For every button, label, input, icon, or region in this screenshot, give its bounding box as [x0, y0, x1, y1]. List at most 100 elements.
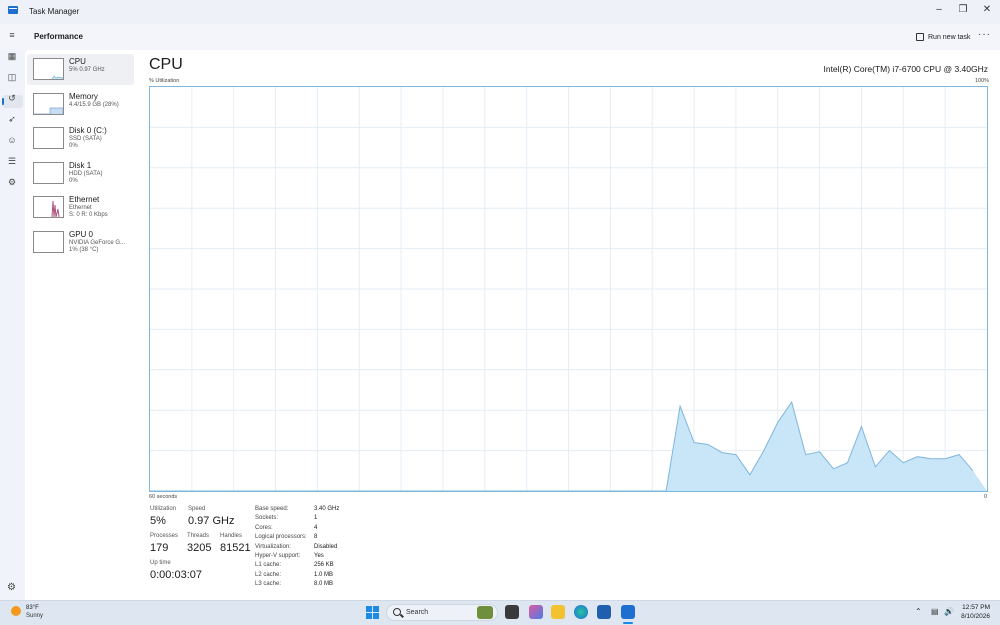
- spec-value: 8: [314, 534, 318, 541]
- minimize-button[interactable]: –: [927, 2, 951, 18]
- spec-label: Sockets:: [255, 515, 279, 522]
- spec-label: Hyper-V support:: [255, 553, 301, 559]
- resource-item-memory[interactable]: Memory 4.4/15.9 GB (28%): [27, 89, 134, 120]
- resource-name: CPU: [69, 57, 86, 66]
- nav-active-indicator: [2, 98, 4, 105]
- resource-detail: 5% 0.97 GHz: [69, 67, 105, 73]
- cpu-utilization-graph: [149, 86, 988, 492]
- store-icon[interactable]: [597, 605, 611, 619]
- speed-label: Speed: [188, 506, 206, 512]
- spec-label: L1 cache:: [255, 562, 282, 569]
- spec-value: Disabled: [314, 543, 338, 550]
- processes-label: Processes: [150, 533, 179, 539]
- title-bar: Task Manager – ❐ ✕: [0, 0, 1000, 24]
- cpu-heading: CPU: [149, 56, 183, 73]
- navigation-rail: [0, 24, 25, 600]
- utilization-value: 5%: [150, 515, 166, 527]
- resource-value: 0%: [69, 178, 78, 184]
- users-icon[interactable]: ☺: [6, 134, 18, 146]
- resource-value: 0%: [69, 143, 78, 149]
- taskbar-search[interactable]: Search: [386, 604, 498, 621]
- more-options-button[interactable]: ···: [978, 29, 991, 40]
- resource-detail: NVIDIA GeForce G...: [69, 240, 126, 246]
- cpu-model-name: Intel(R) Core(TM) i7-6700 CPU @ 3.40GHz: [823, 64, 988, 74]
- spec-value: 256 KB: [314, 562, 334, 569]
- resource-value: S: 0 R: 0 Kbps: [69, 212, 108, 218]
- active-app-indicator: [623, 622, 633, 624]
- menu-icon[interactable]: ≡: [6, 29, 18, 41]
- cpu-graph-svg: [150, 87, 987, 492]
- spec-label: Virtualization:: [255, 543, 291, 550]
- y-axis-max-label: 100%: [975, 78, 990, 84]
- resource-detail: SSD (SATA): [69, 136, 102, 142]
- resource-detail: HDD (SATA): [69, 171, 103, 177]
- x-axis-right-label: 0: [984, 494, 988, 500]
- spec-value: Yes: [314, 553, 324, 559]
- spec-label: Cores:: [255, 524, 273, 531]
- resource-detail: Ethernet: [69, 205, 92, 211]
- copilot-icon[interactable]: [529, 605, 543, 619]
- spec-label: Logical processors:: [255, 534, 307, 541]
- spec-label: Base speed:: [255, 506, 289, 512]
- threads-value: 3205: [187, 542, 212, 554]
- spec-value: 1.0 MB: [314, 571, 334, 578]
- resource-item-gpu-0[interactable]: GPU 0 NVIDIA GeForce G... 1% (38 °C): [27, 227, 134, 258]
- threads-label: Threads: [187, 533, 210, 539]
- resource-item-disk-1[interactable]: Disk 1 HDD (SATA) 0%: [27, 158, 134, 189]
- maximize-button[interactable]: ❐: [951, 2, 975, 18]
- startup-apps-icon[interactable]: ➶: [6, 113, 18, 125]
- command-bar: [0, 24, 1000, 50]
- weather-temperature[interactable]: 83°F: [26, 605, 39, 611]
- task-manager-taskbar-icon[interactable]: [621, 605, 635, 619]
- spec-value: 1: [314, 515, 318, 522]
- resource-item-disk-0-c[interactable]: Disk 0 (C:) SSD (SATA) 0%: [27, 123, 134, 154]
- resource-thumbnail-graph: [33, 231, 64, 253]
- x-axis-left-label: 60 seconds: [149, 494, 178, 500]
- close-button[interactable]: ✕: [975, 2, 999, 18]
- handles-label: Handles: [220, 533, 243, 539]
- task-view-icon[interactable]: [505, 605, 519, 619]
- chevron-up-icon[interactable]: ⌃: [915, 607, 922, 616]
- resource-thumbnail-graph: [33, 93, 64, 115]
- network-icon[interactable]: ▤: [931, 607, 939, 616]
- edge-icon[interactable]: [574, 605, 588, 619]
- window-title: Task Manager: [29, 7, 80, 16]
- resource-name: GPU 0: [69, 230, 94, 239]
- performance-icon[interactable]: ◫: [6, 71, 18, 83]
- search-icon: [393, 608, 401, 616]
- processes-value: 179: [150, 542, 169, 554]
- uptime-value: 0:00:03:07: [150, 569, 202, 581]
- resource-name: Disk 1: [69, 161, 92, 170]
- volume-icon[interactable]: 🔊: [944, 607, 954, 616]
- resource-name: Disk 0 (C:): [69, 126, 107, 135]
- resource-thumbnail-graph: [33, 162, 64, 184]
- app-history-icon[interactable]: ↺: [6, 92, 18, 104]
- task-manager-icon: [8, 6, 18, 14]
- utilization-label: Utilization: [150, 506, 177, 512]
- processes-icon[interactable]: ▦: [6, 50, 18, 62]
- spec-value: 3.40 GHz: [314, 506, 340, 512]
- resource-item-ethernet[interactable]: Ethernet Ethernet S: 0 R: 0 Kbps: [27, 192, 134, 223]
- resource-thumbnail-graph: [33, 58, 64, 80]
- services-icon[interactable]: ⚙: [6, 176, 18, 188]
- y-axis-label: % Utilization: [149, 78, 180, 84]
- resource-name: Memory: [69, 92, 98, 101]
- clock-time[interactable]: 12:57 PM: [962, 604, 990, 611]
- page-title: Performance: [34, 32, 83, 41]
- spec-label: L2 cache:: [255, 571, 282, 578]
- spec-value: 4: [314, 524, 318, 531]
- sun-icon[interactable]: [11, 606, 21, 616]
- details-icon[interactable]: ☰: [6, 155, 18, 167]
- weather-description[interactable]: Sunny: [26, 613, 43, 619]
- file-explorer-icon[interactable]: [551, 605, 565, 619]
- clock-date[interactable]: 8/10/2026: [956, 613, 990, 620]
- spec-value: 8.0 MB: [314, 581, 334, 588]
- search-highlight-image: [477, 606, 493, 619]
- resource-item-cpu[interactable]: CPU 5% 0.97 GHz: [27, 54, 134, 85]
- run-new-task-label: Run new task: [928, 33, 971, 41]
- run-new-task-button[interactable]: Run new task: [916, 31, 970, 43]
- settings-icon[interactable]: ⚙: [7, 582, 16, 593]
- start-button[interactable]: [366, 606, 379, 619]
- taskbar: [0, 600, 1000, 625]
- search-label: Search: [406, 609, 429, 616]
